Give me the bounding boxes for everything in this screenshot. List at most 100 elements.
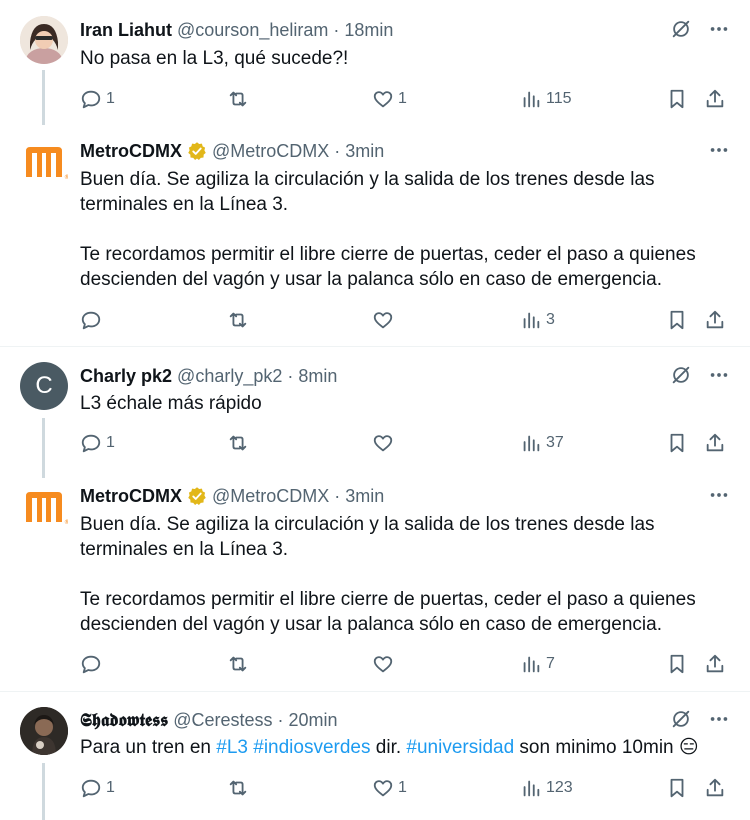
- display-name[interactable]: Iran Liahut: [80, 20, 172, 41]
- avatar-letter: C: [35, 372, 53, 399]
- tweet-text: Para un tren en #L3 #indiosverdes dir. #…: [80, 735, 720, 760]
- like-icon: [373, 91, 393, 108]
- share-button[interactable]: [704, 86, 726, 112]
- bookmark-button[interactable]: [666, 775, 688, 801]
- bookmark-icon: [670, 310, 684, 330]
- retweet-icon: [229, 780, 247, 796]
- action-bar: 1 1 123: [80, 775, 730, 801]
- reply-button[interactable]: [80, 651, 106, 677]
- retweet-button[interactable]: [227, 307, 253, 333]
- handle[interactable]: @Cerestess: [173, 710, 272, 731]
- grok-icon[interactable]: [670, 364, 692, 386]
- thread-line: [42, 763, 45, 820]
- avatar[interactable]: [20, 707, 68, 755]
- like-icon: [373, 780, 393, 797]
- display-name[interactable]: Charly pk2: [80, 366, 172, 387]
- share-button[interactable]: [704, 430, 726, 456]
- like-button[interactable]: [372, 430, 398, 456]
- views-button[interactable]: 3: [520, 307, 555, 333]
- tweet-text: Buen día. Se agiliza la circulación y la…: [80, 169, 696, 290]
- views-button[interactable]: 7: [520, 651, 555, 677]
- share-button[interactable]: [704, 307, 726, 333]
- top-icons: [670, 364, 730, 386]
- display-name[interactable]: MetroCDMX: [80, 141, 182, 162]
- retweet-button[interactable]: [227, 775, 253, 801]
- views-button[interactable]: 123: [520, 775, 573, 801]
- top-icons: [670, 18, 730, 40]
- separator-dot: ·: [334, 485, 341, 506]
- retweet-button[interactable]: [227, 651, 253, 677]
- like-button[interactable]: [372, 651, 398, 677]
- reply-button[interactable]: 1: [80, 430, 115, 456]
- retweet-button[interactable]: [227, 430, 253, 456]
- bookmark-button[interactable]: [666, 86, 688, 112]
- avatar[interactable]: [20, 16, 68, 64]
- tweet-iran-liahut[interactable]: Iran Liahut @courson_heliram · 18min No …: [0, 0, 750, 125]
- separator-dot: ·: [277, 709, 284, 730]
- display-name[interactable]: MetroCDMX: [80, 486, 182, 507]
- share-button[interactable]: [704, 775, 726, 801]
- action-bar: 7: [80, 651, 730, 677]
- action-bar: 3: [80, 307, 730, 333]
- view-count: 37: [546, 434, 564, 451]
- avatar[interactable]: C: [20, 362, 68, 410]
- display-name[interactable]: 𝕾𝖍𝖆𝖉𝖔𝖜𝖙𝖊𝖘𝖘: [80, 710, 168, 731]
- timestamp[interactable]: 20min: [289, 710, 338, 731]
- separator-dot: ·: [334, 140, 341, 161]
- hashtag-l3[interactable]: #L3: [216, 737, 248, 758]
- handle[interactable]: @MetroCDMX: [212, 141, 329, 162]
- more-icon[interactable]: [708, 484, 730, 506]
- more-icon[interactable]: [708, 18, 730, 40]
- timestamp[interactable]: 18min: [344, 20, 393, 41]
- retweet-button[interactable]: [227, 86, 253, 112]
- more-icon[interactable]: [708, 364, 730, 386]
- retweet-icon: [229, 656, 247, 672]
- timestamp[interactable]: 3min: [345, 486, 384, 507]
- bookmark-button[interactable]: [666, 651, 688, 677]
- reply-button[interactable]: 1: [80, 86, 115, 112]
- top-icons: [670, 708, 730, 730]
- bookmark-icon: [670, 778, 684, 798]
- tweet-charly-pk2[interactable]: C Charly pk2 @charly_pk2 · 8min L3 échal…: [0, 348, 750, 478]
- separator-dot: ·: [333, 19, 340, 40]
- views-button[interactable]: 37: [520, 430, 564, 456]
- more-icon[interactable]: [708, 708, 730, 730]
- verified-badge-icon: [188, 487, 206, 505]
- share-button[interactable]: [704, 651, 726, 677]
- timestamp[interactable]: 8min: [298, 366, 337, 387]
- hashtag-indiosverdes[interactable]: #indiosverdes: [253, 737, 370, 758]
- tweet-shadowtess[interactable]: 𝕾𝖍𝖆𝖉𝖔𝖜𝖙𝖊𝖘𝖘 @Cerestess · 20min Para un tr…: [0, 693, 750, 820]
- text-segment: dir.: [370, 737, 407, 758]
- tweet-header: Charly pk2 @charly_pk2 · 8min: [80, 364, 337, 388]
- like-button[interactable]: 1: [372, 86, 407, 112]
- share-icon: [706, 310, 724, 329]
- like-button[interactable]: [372, 307, 398, 333]
- handle[interactable]: @MetroCDMX: [212, 486, 329, 507]
- grok-icon[interactable]: [670, 708, 692, 730]
- views-icon: [523, 435, 540, 452]
- handle[interactable]: @charly_pk2: [177, 366, 282, 387]
- reply-icon: [81, 434, 101, 453]
- avatar-photo-icon: [20, 16, 68, 64]
- hashtag-universidad[interactable]: #universidad: [406, 737, 514, 758]
- avatar[interactable]: ®: [20, 484, 68, 532]
- bookmark-button[interactable]: [666, 307, 688, 333]
- handle[interactable]: @courson_heliram: [177, 20, 328, 41]
- reply-button[interactable]: 1: [80, 775, 115, 801]
- bookmark-button[interactable]: [666, 430, 688, 456]
- metro-logo-icon: ®: [26, 147, 68, 181]
- avatar[interactable]: ®: [20, 139, 68, 187]
- metro-logo-icon: ®: [26, 492, 68, 526]
- more-icon[interactable]: [708, 139, 730, 161]
- verified-badge-icon: [188, 142, 206, 160]
- reply-count: 1: [106, 90, 115, 107]
- grok-icon[interactable]: [670, 18, 692, 40]
- views-button[interactable]: 115: [520, 86, 572, 112]
- timestamp[interactable]: 3min: [345, 141, 384, 162]
- like-button[interactable]: 1: [372, 775, 407, 801]
- tweet-metrocdmx-1[interactable]: ® MetroCDMX @MetroCDMX · 3min Buen día. …: [0, 125, 750, 347]
- text-segment: Para un tren en: [80, 737, 217, 758]
- tweet-metrocdmx-2[interactable]: ® MetroCDMX @MetroCDMX · 3min Buen día. …: [0, 470, 750, 692]
- reply-button[interactable]: [80, 307, 106, 333]
- reply-icon: [81, 779, 101, 798]
